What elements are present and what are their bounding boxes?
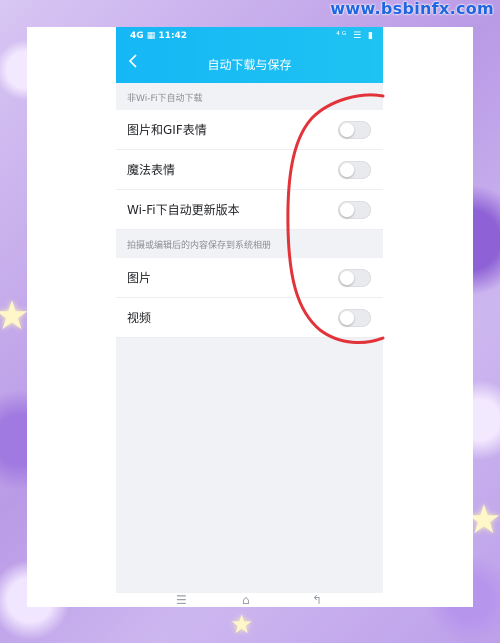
toggle-knob [340, 123, 354, 137]
system-nav-bar: ☰ ⌂ ↰ [116, 593, 383, 607]
setting-row-magic-emoji[interactable]: 魔法表情 [116, 150, 383, 190]
phone-screen: 4G ▦ 11:42 ⁴ᴳ ☰ ▮ 自动下载与保存 非Wi-Fi下自动下载 图片… [116, 27, 383, 593]
app-header: 4G ▦ 11:42 ⁴ᴳ ☰ ▮ 自动下载与保存 [116, 27, 383, 83]
setting-label: 图片和GIF表情 [127, 123, 207, 137]
menu-icon[interactable]: ☰ [176, 593, 187, 607]
back-icon[interactable]: ↰ [312, 593, 322, 607]
toggle-switch[interactable] [338, 269, 371, 287]
setting-label: 魔法表情 [127, 163, 176, 177]
watermark: www.bsbinfx.com [330, 0, 494, 18]
status-bar: 4G ▦ 11:42 ⁴ᴳ ☰ ▮ [116, 29, 383, 45]
setting-row-photos[interactable]: 图片 [116, 258, 383, 298]
home-icon[interactable]: ⌂ [242, 593, 250, 607]
toggle-switch[interactable] [338, 201, 371, 219]
section-header-save-album: 拍摄或编辑后的内容保存到系统相册 [116, 234, 383, 258]
setting-row-videos[interactable]: 视频 [116, 298, 383, 338]
toggle-switch[interactable] [338, 161, 371, 179]
toggle-knob [340, 163, 354, 177]
star-decoration: ★ [230, 610, 254, 640]
toggle-knob [340, 311, 354, 325]
section-header-mobile-download: 非Wi-Fi下自动下载 [116, 87, 383, 111]
toggle-knob [340, 271, 354, 285]
page-title: 自动下载与保存 [207, 58, 292, 72]
setting-label: Wi-Fi下自动更新版本 [127, 203, 240, 217]
toggle-knob [340, 203, 354, 217]
setting-row-wifi-update[interactable]: Wi-Fi下自动更新版本 [116, 190, 383, 230]
setting-label: 视频 [127, 311, 152, 325]
toggle-switch[interactable] [338, 309, 371, 327]
toggle-switch[interactable] [338, 121, 371, 139]
status-icons: ⁴ᴳ ☰ ▮ [336, 31, 375, 41]
setting-label: 图片 [127, 271, 152, 285]
star-decoration: ★ [0, 293, 30, 339]
status-time: 4G ▦ 11:42 [130, 31, 188, 41]
setting-row-images-gif[interactable]: 图片和GIF表情 [116, 110, 383, 150]
